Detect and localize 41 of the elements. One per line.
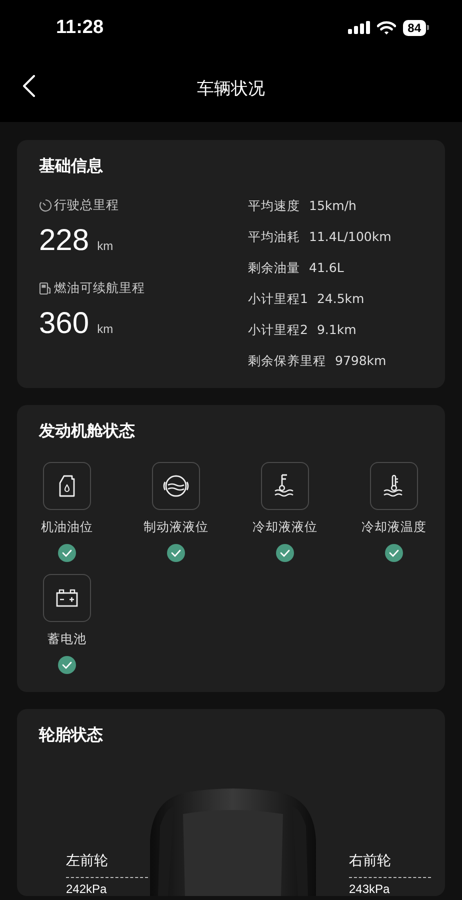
signal-icon xyxy=(348,21,370,34)
stat-value: 15km/h xyxy=(309,197,356,215)
item-label: 机油油位 xyxy=(41,519,93,536)
item-label: 制动液液位 xyxy=(144,519,208,536)
stat-label: 平均速度 xyxy=(248,197,300,215)
battery-level: 84 xyxy=(402,20,426,36)
wifi-icon xyxy=(376,20,396,34)
item-label: 冷却液液位 xyxy=(252,519,318,536)
item-label: 蓄电池 xyxy=(48,631,86,648)
item-label: 冷却液温度 xyxy=(362,519,426,536)
fuel-pump-icon xyxy=(39,282,52,295)
stat-value: 41.6L xyxy=(309,259,344,277)
brake-fluid-icon xyxy=(162,474,190,498)
section-title: 基础信息 xyxy=(39,156,104,177)
stat-label: 平均油耗 xyxy=(248,228,300,246)
clock-icon xyxy=(39,199,52,212)
metric-value: 360 xyxy=(39,307,90,341)
tire-pressure: 243kPa xyxy=(349,883,391,896)
oil-can-icon xyxy=(58,475,76,497)
stat-value: 9.1km xyxy=(316,321,356,339)
metric-unit: km xyxy=(97,239,114,253)
wheel-label: 左前轮 xyxy=(66,852,109,870)
back-icon[interactable] xyxy=(23,75,35,97)
stat-value: 11.4L/100km xyxy=(309,228,392,246)
stat-label: 小计里程2 xyxy=(248,321,308,339)
tire-pressure: 242kPa xyxy=(66,883,108,896)
metric-label: 燃油可续航里程 xyxy=(54,280,145,297)
stat-value: 24.5km xyxy=(316,290,364,308)
stat-value: 9798km xyxy=(335,352,386,370)
metric-label: 行驶总里程 xyxy=(54,197,119,214)
page-title: 车辆状况 xyxy=(197,78,265,100)
stat-label: 剩余保养里程 xyxy=(248,352,326,370)
section-title: 发动机舱状态 xyxy=(39,421,136,442)
battery-icon xyxy=(56,589,78,607)
status-time: 11:28 xyxy=(56,16,104,38)
metric-unit: km xyxy=(97,322,114,336)
section-title: 轮胎状态 xyxy=(39,725,104,746)
stat-label: 小计里程1 xyxy=(248,290,308,308)
wheel-label: 右前轮 xyxy=(349,852,392,870)
metric-value: 228 xyxy=(39,224,90,258)
stat-label: 剩余油量 xyxy=(248,259,300,277)
